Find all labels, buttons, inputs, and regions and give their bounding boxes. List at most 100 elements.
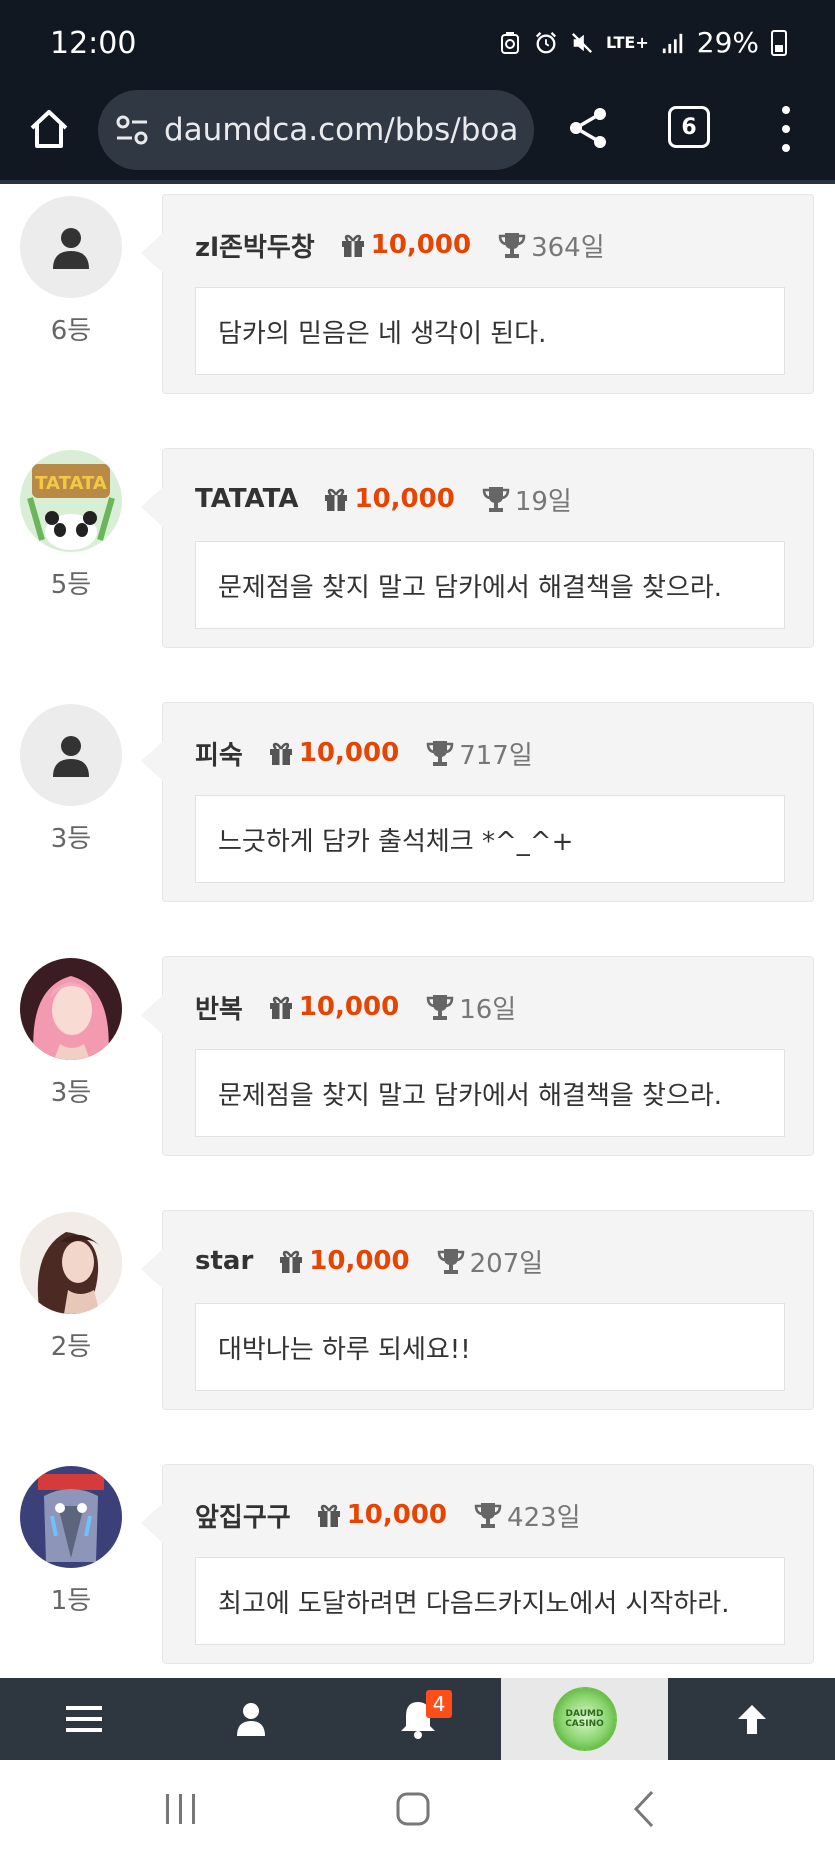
nickname[interactable]: zl존박두창 bbox=[195, 227, 315, 264]
avatar[interactable] bbox=[20, 1212, 122, 1314]
list-item: TATATA 5등 TATATA 10,000 19일 문제점을 찾지 말고 담… bbox=[0, 438, 835, 652]
days-count: 364일 bbox=[531, 232, 605, 263]
recent-apps-icon bbox=[166, 1794, 195, 1824]
comment-meta: zl존박두창 10,000 364일 bbox=[195, 225, 605, 265]
comment-message: 대박나는 하루 되세요!! bbox=[195, 1303, 785, 1391]
back-button[interactable] bbox=[624, 1786, 670, 1832]
days-count: 207일 bbox=[469, 1248, 544, 1279]
svg-text:TATATA: TATATA bbox=[35, 473, 107, 494]
rank-label: 3등 bbox=[50, 824, 92, 854]
nav-home-logo-button[interactable]: DAUMD CASINO bbox=[501, 1678, 668, 1760]
gift-icon bbox=[269, 996, 292, 1019]
list-item: 3등 피숙 10,000 717일 느긋하게 담카 출석체크 *^_^+ bbox=[0, 692, 835, 906]
signal-icon bbox=[661, 30, 685, 56]
system-home-button[interactable] bbox=[390, 1786, 436, 1832]
url-bar[interactable]: daumdca.com/bbs/boa bbox=[98, 90, 534, 170]
alarm-icon bbox=[534, 30, 558, 56]
scroll-top-button[interactable] bbox=[668, 1678, 835, 1760]
nickname[interactable]: 피숙 bbox=[195, 735, 243, 772]
comment-card: star 10,000 207일 대박나는 하루 되세요!! bbox=[141, 1210, 814, 1410]
cartoon-avatar-icon bbox=[20, 1466, 122, 1568]
user-silhouette-icon bbox=[53, 228, 89, 269]
nav-menu-button[interactable] bbox=[0, 1678, 167, 1760]
nickname[interactable]: 반복 bbox=[195, 989, 243, 1026]
trophy-icon bbox=[426, 995, 454, 1020]
dot-icon bbox=[782, 106, 790, 114]
comment-meta: TATATA 10,000 19일 bbox=[195, 479, 572, 519]
user-icon bbox=[236, 1703, 265, 1736]
share-button[interactable] bbox=[564, 104, 612, 152]
nav-profile-button[interactable] bbox=[167, 1678, 334, 1760]
trophy-icon bbox=[474, 1503, 502, 1528]
rank-label: 6등 bbox=[50, 316, 92, 346]
profile-photo-icon bbox=[20, 1212, 122, 1314]
system-navigation-bar bbox=[0, 1760, 835, 1856]
profile-photo-icon bbox=[20, 958, 122, 1060]
days-count: 717일 bbox=[459, 740, 533, 771]
more-menu-button[interactable] bbox=[778, 106, 794, 152]
list-item: 6등 zl존박두창 10,000 364일 담카의 믿음은 네 생각이 된다. bbox=[0, 184, 835, 398]
points-value: 10,000 bbox=[354, 484, 455, 514]
status-bar: 12:00 LTE+ 29% bbox=[0, 0, 835, 90]
dot-icon bbox=[782, 125, 790, 133]
gift-icon bbox=[317, 1504, 340, 1527]
comment-meta: star 10,000 207일 bbox=[195, 1241, 543, 1281]
avatar[interactable] bbox=[20, 196, 122, 298]
hamburger-menu-icon bbox=[65, 1706, 102, 1732]
list-item: 1등 앞집구구 10,000 423일 최고에 도달하려면 다음드카지노에서 시… bbox=[0, 1454, 835, 1668]
comment-card: TATATA 10,000 19일 문제점을 찾지 말고 담카에서 해결책을 찾… bbox=[141, 448, 814, 648]
comment-card: zl존박두창 10,000 364일 담카의 믿음은 네 생각이 된다. bbox=[141, 194, 814, 394]
site-logo: DAUMD CASINO bbox=[552, 1687, 617, 1751]
comment-meta: 피숙 10,000 717일 bbox=[195, 733, 533, 773]
url-text[interactable]: daumdca.com/bbs/boa bbox=[164, 112, 518, 148]
nickname[interactable]: 앞집구구 bbox=[195, 1497, 291, 1534]
rank-label: 5등 bbox=[50, 570, 92, 600]
trophy-icon bbox=[482, 487, 510, 512]
home-button[interactable] bbox=[26, 106, 72, 152]
gift-icon bbox=[280, 1250, 303, 1273]
gift-icon bbox=[269, 742, 292, 765]
days-count: 423일 bbox=[507, 1502, 581, 1533]
avatar[interactable] bbox=[20, 704, 122, 806]
points-value: 10,000 bbox=[346, 1500, 448, 1530]
mute-icon bbox=[570, 30, 594, 56]
tab-switcher-button[interactable]: 6 bbox=[668, 106, 710, 148]
rank-label: 3등 bbox=[50, 1078, 92, 1108]
network-type: LTE+ bbox=[605, 32, 649, 52]
points-value: 10,000 bbox=[298, 992, 400, 1022]
nickname[interactable]: TATATA bbox=[195, 484, 298, 514]
comment-meta: 반복 10,000 16일 bbox=[195, 987, 516, 1027]
nav-notifications-button[interactable]: 4 bbox=[334, 1678, 501, 1760]
rank-label: 1등 bbox=[50, 1586, 92, 1616]
battery-icon bbox=[771, 29, 787, 56]
points-value: 10,000 bbox=[298, 738, 400, 768]
comment-message: 느긋하게 담카 출석체크 *^_^+ bbox=[195, 795, 785, 883]
recent-apps-button[interactable] bbox=[158, 1786, 204, 1832]
days-count: 16일 bbox=[459, 994, 517, 1025]
status-time: 12:00 bbox=[50, 26, 137, 61]
comment-card: 반복 10,000 16일 문제점을 찾지 말고 담카에서 해결책을 찾으라. bbox=[141, 956, 814, 1156]
user-silhouette-icon bbox=[53, 736, 89, 777]
avatar[interactable]: TATATA bbox=[20, 450, 122, 552]
trophy-icon bbox=[426, 741, 454, 766]
trophy-icon bbox=[437, 1249, 464, 1274]
points-value: 10,000 bbox=[370, 230, 472, 260]
points-value: 10,000 bbox=[309, 1246, 410, 1276]
site-settings-icon[interactable] bbox=[114, 112, 150, 148]
days-count: 19일 bbox=[514, 486, 572, 517]
attendance-list[interactable]: 6등 zl존박두창 10,000 364일 담카의 믿음은 네 생각이 된다. … bbox=[0, 184, 835, 1678]
back-chevron-icon bbox=[633, 1790, 654, 1828]
panda-avatar-icon: TATATA bbox=[20, 450, 122, 552]
dot-icon bbox=[782, 144, 790, 152]
avatar[interactable] bbox=[20, 1466, 122, 1568]
comment-card: 피숙 10,000 717일 느긋하게 담카 출석체크 *^_^+ bbox=[141, 702, 814, 902]
comment-message: 담카의 믿음은 네 생각이 된다. bbox=[195, 287, 785, 375]
gift-icon bbox=[341, 234, 364, 257]
comment-meta: 앞집구구 10,000 423일 bbox=[195, 1495, 581, 1535]
rank-label: 2등 bbox=[50, 1332, 92, 1362]
share-icon bbox=[570, 108, 606, 148]
recycle-icon bbox=[498, 30, 522, 56]
nickname[interactable]: star bbox=[195, 1246, 253, 1276]
avatar[interactable] bbox=[20, 958, 122, 1060]
comment-message: 문제점을 찾지 말고 담카에서 해결책을 찾으라. bbox=[195, 541, 785, 629]
